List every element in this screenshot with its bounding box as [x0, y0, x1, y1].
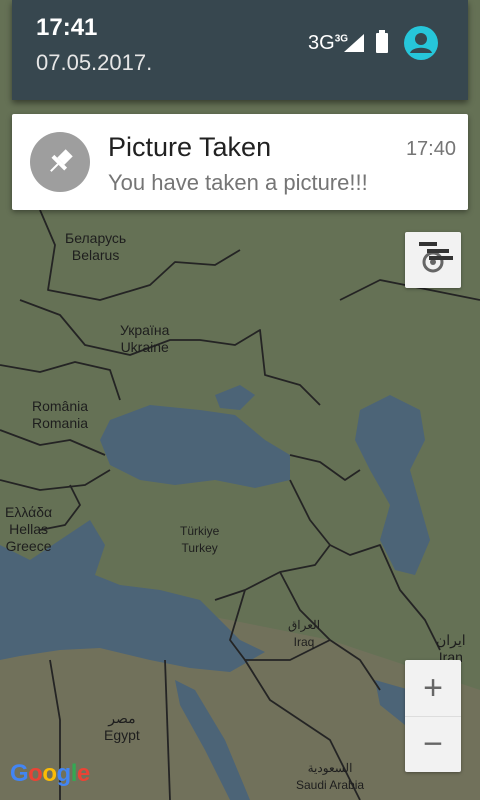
notification-text: You have taken a picture!!!: [108, 170, 368, 195]
map-label-egypt: مصر Egypt: [104, 710, 140, 743]
user-avatar-button[interactable]: [404, 26, 438, 60]
account-icon: [410, 33, 432, 53]
map-label-belarus: Беларусь Belarus: [65, 230, 127, 263]
map-label-turkey: Türkiye Turkey: [180, 524, 220, 555]
status-date: 07.05.2017.: [36, 50, 153, 75]
pin-icon: [50, 149, 73, 172]
map-label-greece: Ελλάδα Hellas Greece: [5, 504, 53, 554]
map-label-ukraine: Україна Ukraine: [120, 322, 170, 355]
map-label-iraq: العراق Iraq: [288, 618, 321, 649]
notification-time: 17:40: [405, 138, 456, 160]
notification-title: Picture Taken: [108, 132, 272, 162]
status-time: 17:41: [36, 14, 98, 41]
zoom-in-button[interactable]: +: [405, 660, 461, 717]
signal-icon: [344, 34, 364, 52]
google-logo: Google: [10, 760, 90, 787]
my-location-button[interactable]: [405, 232, 461, 288]
notification-card[interactable]: Picture Taken You have taken a picture!!…: [12, 114, 468, 210]
network-type-label: 3G: [308, 32, 335, 54]
battery-icon: [376, 30, 388, 53]
notification-icon: [30, 132, 90, 192]
zoom-control: + −: [405, 660, 461, 772]
zoom-out-button[interactable]: −: [405, 716, 461, 772]
notification-shade-header: 17:41 07.05.2017. 3G3G: [12, 0, 468, 100]
map-label-romania: România Romania: [32, 398, 89, 431]
my-location-icon: [419, 242, 453, 273]
map-label-saudi: السعودية Saudi Arabia: [296, 761, 365, 792]
